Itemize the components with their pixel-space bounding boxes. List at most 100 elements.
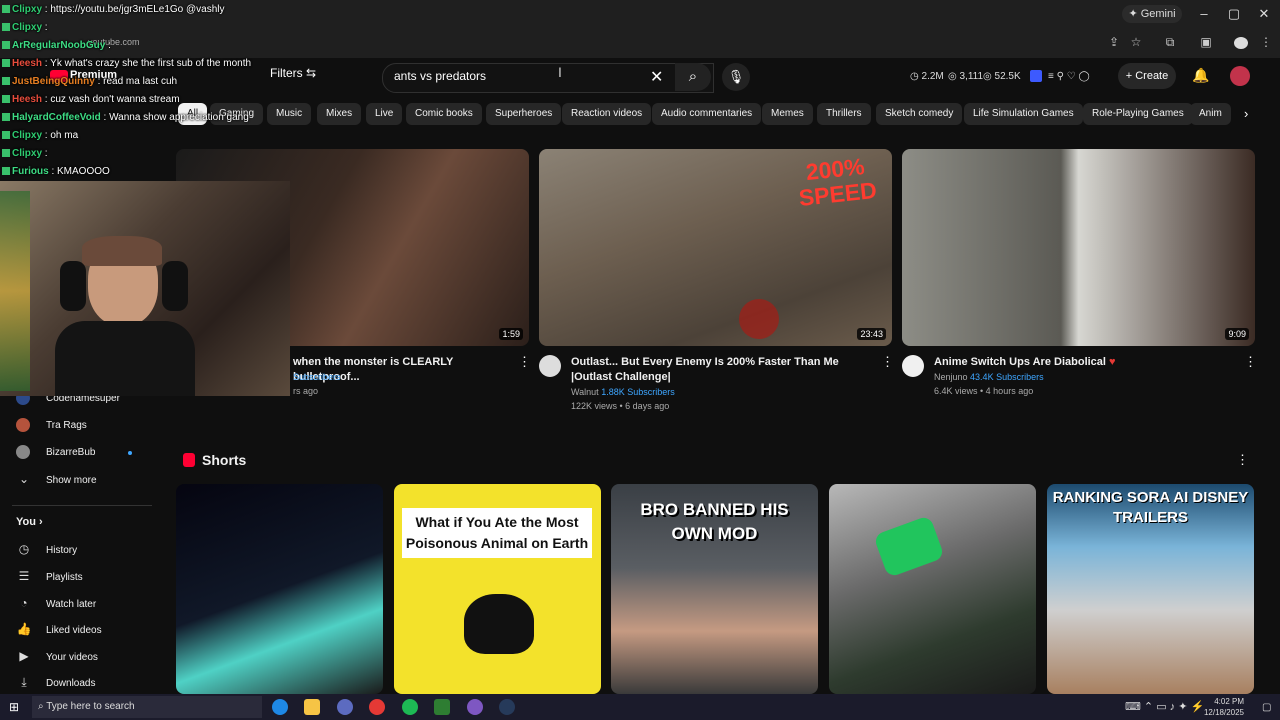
divider	[12, 505, 152, 506]
chip-mixes[interactable]: Mixes	[317, 103, 362, 125]
split-view-icon[interactable]: ▣	[1198, 35, 1214, 51]
taskbar-search-input[interactable]: ⌕ Type here to search	[32, 696, 262, 718]
windows-start-icon[interactable]: ⊞	[9, 701, 21, 713]
channel-line-2: Walnut 1.88K Subscribers	[571, 385, 675, 399]
channel-avatar-3[interactable]	[902, 355, 924, 377]
skull-icon	[464, 594, 534, 654]
chip-live[interactable]: Live	[366, 103, 403, 125]
extension-badge-icon[interactable]	[1030, 70, 1042, 82]
chevron-right-icon[interactable]: ›	[1244, 106, 1248, 121]
sidebar-sub-item[interactable]: BizarreBub	[16, 443, 95, 463]
sidebar-item-your-videos[interactable]: ▶ Your videos	[16, 646, 98, 666]
more-options-icon[interactable]: ⋮	[518, 354, 531, 370]
channel-name-3[interactable]: Nenjuno	[934, 372, 968, 382]
chip-anim[interactable]: Anim	[1190, 103, 1231, 125]
tray-icons[interactable]: ⌨ ⌃ ▭ ♪ ✦ ⚡	[1125, 700, 1204, 713]
chip-comic-books[interactable]: Comic books	[406, 103, 482, 125]
terminal-icon[interactable]	[434, 699, 450, 715]
channel-avatar	[16, 418, 30, 433]
file-explorer-icon[interactable]	[304, 699, 320, 715]
avatar[interactable]	[1230, 66, 1250, 86]
video-title-3[interactable]: Anime Switch Ups Are Diabolical ♥	[934, 355, 1214, 370]
minimize-button[interactable]: –	[1190, 6, 1218, 22]
extensions-icon[interactable]: ⧉	[1162, 35, 1178, 51]
chat-message: Clipxy : oh ma	[2, 130, 78, 141]
channel-subs-1: Subscribers	[293, 372, 341, 382]
notification-center-icon[interactable]: ▢	[1262, 702, 1271, 713]
chip-sketch-comedy[interactable]: Sketch comedy	[876, 103, 963, 125]
clear-search-icon[interactable]: ✕	[650, 67, 663, 87]
chat-badge-icon	[2, 149, 10, 158]
more-options-icon[interactable]: ⋮	[1236, 452, 1249, 468]
chat-badge-icon	[2, 113, 10, 122]
sidebar-item-liked[interactable]: 👍 Liked videos	[16, 619, 102, 639]
ext-icons[interactable]: ≡ ⚲ ♡ ◯	[1048, 71, 1090, 82]
chip-audio-commentaries[interactable]: Audio commentaries	[652, 103, 762, 125]
channel-subs-2: 1.88K Subscribers	[601, 387, 675, 397]
create-button[interactable]: + Create	[1118, 63, 1176, 89]
app-v-icon[interactable]	[337, 699, 353, 715]
discord-icon[interactable]	[467, 699, 483, 715]
chip-music[interactable]: Music	[267, 103, 312, 125]
gemini-button[interactable]: ✦ Gemini	[1122, 5, 1182, 23]
video-title-2[interactable]: Outlast... But Every Enemy Is 200% Faste…	[571, 355, 871, 385]
bookmark-star-icon[interactable]: ☆	[1128, 35, 1144, 51]
chrome-icon[interactable]	[369, 699, 385, 715]
chat-username: Clipxy	[12, 4, 43, 15]
more-options-icon[interactable]: ⋮	[1244, 354, 1257, 370]
sidebar-item-playlists[interactable]: ☰ Playlists	[16, 566, 83, 586]
green-shape	[873, 515, 945, 578]
video-thumbnail-2[interactable]: 200% SPEED 23:43	[539, 149, 892, 346]
sidebar-sub-item[interactable]: Tra Rags	[16, 416, 87, 436]
short-thumbnail-1[interactable]	[176, 484, 383, 694]
chat-message: Heesh : cuz vash don't wanna stream	[2, 94, 180, 105]
more-options-icon[interactable]: ⋮	[881, 354, 894, 370]
close-window-button[interactable]: ✕	[1250, 6, 1278, 22]
install-icon[interactable]: ⇪	[1106, 35, 1122, 51]
short-thumbnail-2[interactable]: What if You Ate the Most Poisonous Anima…	[394, 484, 601, 694]
taskbar-time[interactable]: 4:02 PM	[1196, 697, 1244, 706]
steam-icon[interactable]	[499, 699, 515, 715]
sidebar-item-watch-later[interactable]: ◔ Watch later	[16, 593, 96, 613]
chip-role-playing-games[interactable]: Role-Playing Games	[1083, 103, 1193, 125]
search-input-value: ants vs predators	[394, 69, 487, 83]
spotify-icon[interactable]	[402, 699, 418, 715]
chat-message: JustBeingQuinny : read ma last cuh	[2, 76, 177, 87]
profile-icon[interactable]	[1234, 37, 1248, 49]
chip-memes[interactable]: Memes	[762, 103, 813, 125]
history-icon: ◷	[18, 542, 30, 556]
video-thumbnail-3[interactable]: 9:09	[902, 149, 1255, 346]
blood-splash	[739, 299, 779, 339]
short-thumbnail-5[interactable]: RANKING SORA AI DISNEY TRAILERS	[1047, 484, 1254, 694]
chat-text: cuz vash don't wanna stream	[50, 94, 180, 105]
chat-text: oh ma	[50, 130, 79, 141]
filters-button[interactable]: Filters ⇆	[270, 66, 330, 86]
thumbs-up-icon: 👍	[16, 622, 32, 636]
sidebar-item-history[interactable]: ◷ History	[16, 539, 77, 559]
stat-viewers: ◷ 2.2M	[910, 71, 944, 82]
channel-avatar-2[interactable]	[539, 355, 561, 377]
voice-search-icon[interactable]: 🎙	[722, 63, 750, 91]
short-thumbnail-3[interactable]: BRO BANNED HIS OWN MOD	[611, 484, 818, 694]
video-meta-2: 122K views • 6 days ago	[571, 401, 670, 411]
edge-icon[interactable]	[272, 699, 288, 715]
show-more-button[interactable]: ⌄ Show more	[16, 469, 97, 489]
chat-username: Clipxy	[12, 130, 43, 141]
chip-superheroes[interactable]: Superheroes	[486, 103, 562, 125]
browser-menu-icon[interactable]: ⋮	[1258, 35, 1274, 51]
you-section-header[interactable]: You ›	[16, 516, 43, 528]
short-thumbnail-4[interactable]	[829, 484, 1036, 694]
maximize-button[interactable]: ▢	[1220, 6, 1248, 22]
channel-name-2[interactable]: Walnut	[571, 387, 599, 397]
chat-message: ArRegularNoobGuy :	[2, 40, 111, 51]
chip-life-simulation-games[interactable]: Life Simulation Games	[964, 103, 1083, 125]
chip-thrillers[interactable]: Thrillers	[817, 103, 871, 125]
chat-message: Heesh : Yk what's crazy she the first su…	[2, 58, 251, 69]
notifications-icon[interactable]: 🔔	[1192, 67, 1209, 84]
play-square-icon: ▶	[19, 649, 29, 663]
playlists-icon: ☰	[18, 569, 30, 583]
taskbar-date[interactable]: 12/18/2025	[1196, 708, 1244, 717]
chip-reaction-videos[interactable]: Reaction videos	[562, 103, 652, 125]
search-button[interactable]: ⌕	[675, 63, 711, 91]
sidebar-item-downloads[interactable]: ⤓ Downloads	[16, 672, 95, 692]
